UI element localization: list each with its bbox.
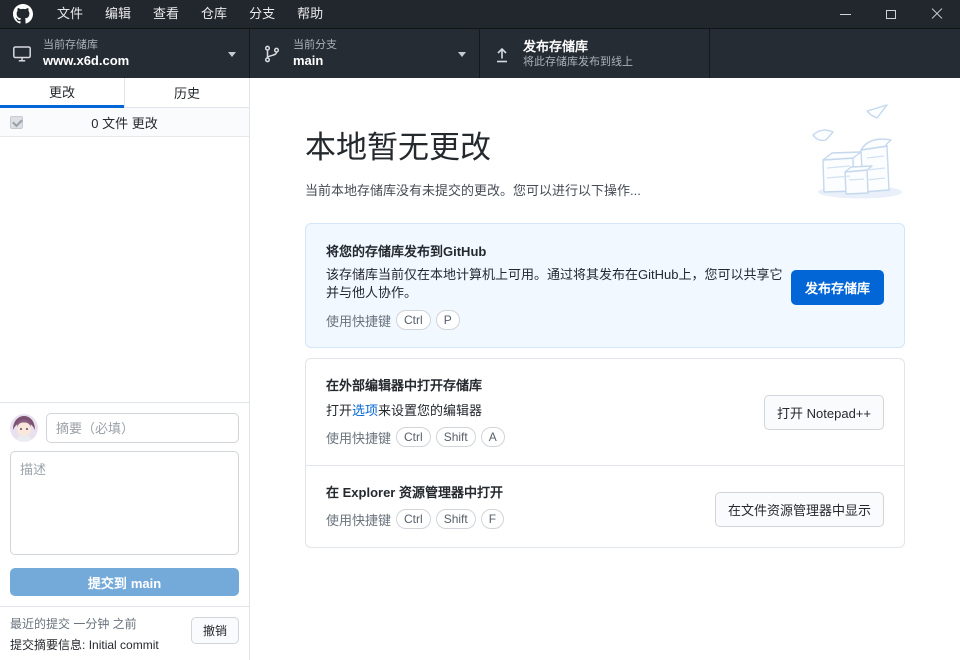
key-ctrl: Ctrl xyxy=(396,310,431,330)
body-suffix: 来设置您的编辑器 xyxy=(378,403,482,418)
changed-files-list xyxy=(0,137,249,402)
commit-button-branch: main xyxy=(131,576,161,591)
close-icon xyxy=(931,8,943,20)
open-in-editor-shortcut: 使用快捷键 Ctrl Shift A xyxy=(326,427,884,447)
maximize-icon xyxy=(886,10,896,19)
minimize-button[interactable] xyxy=(822,0,868,28)
content: 更改 历史 0 文件 更改 xyxy=(0,78,960,660)
shortcut-label: 使用快捷键 xyxy=(326,510,391,529)
user-avatar xyxy=(10,414,38,442)
key-a: A xyxy=(481,427,505,447)
menu-file[interactable]: 文件 xyxy=(46,0,94,28)
recent-commit-summary-label: 提交摘要信息: xyxy=(10,638,85,652)
publish-card-shortcut: 使用快捷键 Ctrl P xyxy=(326,310,884,330)
shortcut-label: 使用快捷键 xyxy=(326,311,391,330)
chevron-down-icon xyxy=(228,52,236,57)
key-ctrl: Ctrl xyxy=(396,427,431,447)
git-branch-icon xyxy=(262,44,282,64)
menu-branch[interactable]: 分支 xyxy=(238,0,286,28)
maximize-button[interactable] xyxy=(868,0,914,28)
recent-commit-section: 最近的提交 一分钟 之前 提交摘要信息: Initial commit 撤销 xyxy=(0,606,249,660)
publish-repository-title: 发布存储库 xyxy=(523,39,633,54)
github-logo-icon xyxy=(13,4,33,24)
recent-commit-summary-value: Initial commit xyxy=(89,638,159,652)
publish-repository-subtitle: 将此存储库发布到线上 xyxy=(523,55,633,69)
current-repository-value: www.x6d.com xyxy=(43,53,129,69)
open-notepad-button[interactable]: 打开 Notepad++ xyxy=(764,395,884,430)
open-in-editor-action: 在外部编辑器中打开存储库 打开选项来设置您的编辑器 使用快捷键 Ctrl Shi… xyxy=(306,359,904,465)
menu-repository[interactable]: 仓库 xyxy=(190,0,238,28)
open-in-explorer-action: 在 Explorer 资源管理器中打开 使用快捷键 Ctrl Shift F 在… xyxy=(306,465,904,547)
tab-changes[interactable]: 更改 xyxy=(0,78,124,108)
chevron-down-icon xyxy=(458,52,466,57)
open-in-editor-title: 在外部编辑器中打开存储库 xyxy=(326,375,884,394)
key-shift: Shift xyxy=(436,509,476,529)
changed-files-count: 0 文件 更改 xyxy=(91,113,157,132)
key-p: P xyxy=(436,310,460,330)
publish-to-github-card: 将您的存储库发布到GitHub 该存储库当前仅在本地计算机上可用。通过将其发布在… xyxy=(305,223,905,348)
close-button[interactable] xyxy=(914,0,960,28)
app-window: 文件 编辑 查看 仓库 分支 帮助 当前存储库 www.x6d.com xyxy=(0,0,960,660)
undo-button[interactable]: 撤销 xyxy=(191,617,239,644)
current-branch-value: main xyxy=(293,53,337,69)
publish-card-body: 该存储库当前仅在本地计算机上可用。通过将其发布在GitHub上，您可以共享它并与… xyxy=(326,266,794,302)
other-actions-card: 在外部编辑器中打开存储库 打开选项来设置您的编辑器 使用快捷键 Ctrl Shi… xyxy=(305,358,905,548)
main-panel: 本地暂无更改 当前本地存储库没有未提交的更改。您可以进行以下操作... 将您的存… xyxy=(250,78,960,660)
commit-description-textarea[interactable] xyxy=(10,451,239,555)
publish-repository-button[interactable]: 发布存储库 xyxy=(791,270,884,305)
select-all-checkbox[interactable] xyxy=(10,116,23,129)
commit-button-prefix: 提交到 xyxy=(88,576,127,591)
current-repository-button[interactable]: 当前存储库 www.x6d.com xyxy=(0,29,250,78)
options-link[interactable]: 选项 xyxy=(352,403,378,418)
key-f: F xyxy=(481,509,504,529)
current-branch-label: 当前分支 xyxy=(293,39,337,52)
empty-state-illustration xyxy=(805,102,915,202)
tab-history[interactable]: 历史 xyxy=(124,78,249,108)
toolbar: 当前存储库 www.x6d.com 当前分支 main 发布存储库 将此存储库发… xyxy=(0,28,960,78)
device-desktop-icon xyxy=(12,44,32,64)
menu-help[interactable]: 帮助 xyxy=(286,0,334,28)
key-ctrl: Ctrl xyxy=(396,509,431,529)
menu-view[interactable]: 查看 xyxy=(142,0,190,28)
shortcut-label: 使用快捷键 xyxy=(326,428,391,447)
menu-edit[interactable]: 编辑 xyxy=(94,0,142,28)
current-repository-label: 当前存储库 xyxy=(43,39,129,52)
titlebar: 文件 编辑 查看 仓库 分支 帮助 xyxy=(0,0,960,28)
changed-files-header: 0 文件 更改 xyxy=(0,108,249,137)
minimize-icon xyxy=(840,14,851,15)
sidebar-tabs: 更改 历史 xyxy=(0,78,249,108)
show-in-explorer-button[interactable]: 在文件资源管理器中显示 xyxy=(715,492,884,527)
current-branch-button[interactable]: 当前分支 main xyxy=(250,29,480,78)
publish-repository-toolbar-button[interactable]: 发布存储库 将此存储库发布到线上 xyxy=(480,29,710,78)
commit-form: 提交到 main xyxy=(0,402,249,606)
commit-button[interactable]: 提交到 main xyxy=(10,568,239,596)
publish-card-title: 将您的存储库发布到GitHub xyxy=(326,241,884,260)
key-shift: Shift xyxy=(436,427,476,447)
upload-arrow-icon xyxy=(492,44,512,64)
body-prefix: 打开 xyxy=(326,403,352,418)
window-controls xyxy=(822,0,960,28)
commit-summary-input[interactable] xyxy=(46,413,239,443)
sidebar: 更改 历史 0 文件 更改 xyxy=(0,78,250,660)
